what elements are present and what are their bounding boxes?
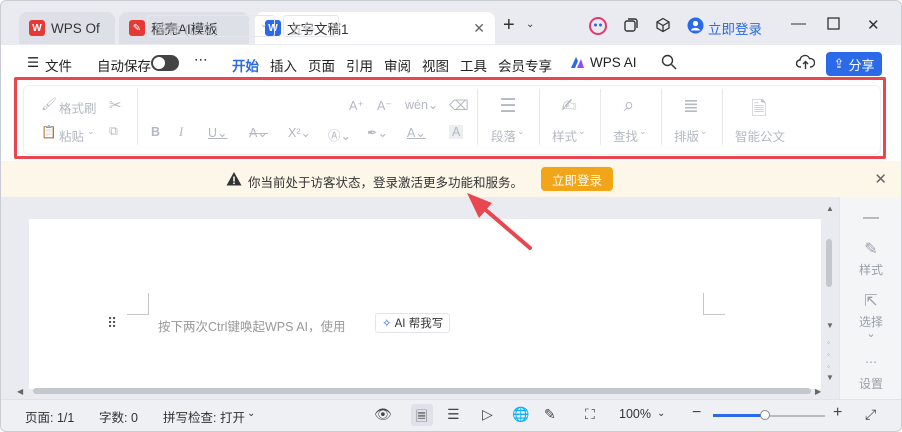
collapse-panel-icon[interactable]: — — [840, 209, 901, 227]
horizontal-scrollbar[interactable] — [33, 388, 811, 394]
app-window: W WPS Of ✎ 稻壳AI模板 W 文字文稿1 ✕ + ⌄ 立即登录 — ✕… — [0, 0, 902, 432]
wps-ai-logo-icon — [570, 56, 585, 72]
close-window-icon[interactable]: ✕ — [867, 16, 880, 34]
ai-write-button[interactable]: ✧ AI 帮我写 — [375, 313, 451, 333]
status-bar: 页面: 1/1 字数: 0 拼写检查: 打开 ⌄ 👁 🗏 ☰ ▷ 🌐 ✎ ⛶ 1… — [1, 399, 901, 431]
play-icon[interactable]: ▷ — [482, 406, 493, 423]
menu-file[interactable]: 文件 — [45, 55, 72, 75]
menu-bar: ☰ 文件 自动保存 ⋯ 开始 插入 页面 引用 审阅 视图 工具 会员专享 WP… — [1, 45, 901, 83]
panel-settings-button[interactable]: 设置 — [840, 375, 901, 392]
fit-page-icon[interactable]: ⛶ — [585, 406, 595, 423]
drag-handle-icon[interactable]: ⠿ — [107, 315, 117, 332]
more-dots-icon: ⋯ — [865, 355, 877, 369]
margin-corner-mark — [703, 293, 725, 315]
page-view-icon[interactable]: 🗏 — [416, 406, 427, 430]
minimize-icon[interactable]: — — [791, 15, 806, 32]
tab-label: WPS Of — [51, 20, 100, 36]
zoom-out-icon[interactable]: − — [692, 404, 701, 422]
fullscreen-icon[interactable]: ⤢ — [865, 406, 876, 423]
share-icon: ⇪ — [833, 56, 845, 71]
menu-wps-ai[interactable]: WPS AI — [590, 55, 637, 70]
title-bar: W WPS Of ✎ 稻壳AI模板 W 文字文稿1 ✕ + ⌄ 立即登录 — ✕ — [1, 1, 901, 45]
web-view-icon[interactable]: 🌐 — [512, 406, 529, 423]
guest-notice-text: 你当前处于访客状态，登录激活更多功能和服务。 — [248, 176, 524, 190]
zoom-slider-handle[interactable] — [759, 410, 770, 420]
cursor-select-icon: ⇱ — [864, 293, 878, 310]
chevron-down-icon: ⌄ — [325, 19, 334, 30]
zoom-slider-fill — [713, 414, 765, 417]
ai-assistant-icon[interactable] — [589, 17, 607, 39]
vertical-scrollbar[interactable] — [826, 239, 832, 287]
word-count[interactable]: 字数: 0 — [99, 407, 138, 426]
annotation-highlight-box — [14, 77, 886, 159]
outline-view-icon[interactable]: ☰ — [447, 406, 460, 423]
menu-member[interactable]: 会员专享 — [498, 55, 552, 75]
tab-wps-office[interactable]: W WPS Of — [19, 12, 115, 44]
font-size-select[interactable]: 五号 ⌄ — [283, 15, 339, 37]
page-count[interactable]: 页面: 1/1 — [25, 407, 74, 426]
sparkle-icon: ✧ — [382, 318, 392, 330]
eye-protect-icon[interactable]: 👁 — [374, 406, 392, 423]
autosave-toggle[interactable] — [151, 55, 179, 71]
user-avatar-icon[interactable] — [687, 17, 704, 38]
chevron-down-icon[interactable]: ⌄ — [657, 408, 665, 419]
font-name-value: 宋体 (正文) — [156, 23, 218, 37]
window-copy-icon[interactable] — [623, 17, 639, 37]
font-name-select[interactable]: 宋体 (正文) ⌄ — [147, 15, 275, 37]
scroll-up-icon[interactable]: ▲ — [826, 204, 834, 213]
menu-review[interactable]: 审阅 — [384, 55, 411, 75]
scroll-right-icon[interactable]: ▶ — [815, 387, 821, 396]
share-label: 分享 — [848, 57, 875, 73]
menu-page[interactable]: 页面 — [308, 55, 335, 75]
login-link[interactable]: 立即登录 — [708, 18, 762, 38]
more-options-icon[interactable]: ⋯ — [194, 52, 208, 68]
share-button[interactable]: ⇪ 分享 — [826, 52, 882, 76]
ai-write-label: AI 帮我写 — [394, 318, 444, 330]
maximize-icon[interactable] — [827, 17, 840, 34]
scroll-down-icon[interactable]: ▼ — [826, 321, 834, 330]
scroll-left-icon[interactable]: ◀ — [17, 387, 23, 396]
wps-logo-icon: W — [29, 20, 45, 36]
right-side-panel: — ✎ 样式 ⇱ 选择 ⌄ ⋯ 设置 — [839, 197, 901, 399]
cloud-upload-icon[interactable] — [795, 54, 816, 73]
style-pen-icon: ✎ — [864, 241, 878, 258]
margin-corner-mark — [127, 293, 149, 315]
ai-hint-text: 按下两次Ctrl键唤起WPS AI，使用 — [158, 320, 346, 334]
font-size-value: 五号 — [290, 23, 316, 37]
menu-tools[interactable]: 工具 — [460, 55, 487, 75]
panel-style-button[interactable]: 样式 — [840, 261, 901, 278]
chevron-down-icon: ⌄ — [259, 19, 268, 30]
menu-home[interactable]: 开始 — [232, 55, 259, 83]
menu-insert[interactable]: 插入 — [270, 55, 297, 75]
menu-references[interactable]: 引用 — [346, 55, 373, 75]
pen-icon[interactable]: ✎ — [544, 406, 556, 423]
page-nav-icon[interactable]: ◦ ◦ ◦ — [827, 337, 830, 373]
chevron-down-icon[interactable]: ⌄ — [840, 327, 901, 340]
close-notice-icon[interactable]: ✕ — [874, 170, 887, 188]
notice-login-button[interactable]: 立即登录 — [541, 167, 613, 191]
hamburger-menu-icon[interactable]: ☰ — [27, 55, 39, 71]
zoom-in-icon[interactable]: + — [833, 404, 842, 422]
spell-check[interactable]: 拼写检查: 打开 — [163, 407, 245, 426]
cube-icon[interactable] — [655, 17, 671, 37]
zoom-level[interactable]: 100% — [619, 407, 651, 421]
warning-icon — [226, 172, 242, 186]
new-tab-button[interactable]: + — [503, 14, 515, 37]
autosave-label: 自动保存 — [97, 59, 151, 74]
guest-notice-bar: 你当前处于访客状态，登录激活更多功能和服务。 立即登录 ✕ — [1, 161, 901, 197]
chevron-down-icon[interactable]: ⌄ — [247, 408, 255, 419]
menu-view[interactable]: 视图 — [422, 55, 449, 75]
chevron-down-icon[interactable]: ⌄ — [526, 19, 534, 30]
docer-logo-icon: ✎ — [129, 20, 145, 36]
scroll-down-icon[interactable]: ▼ — [826, 373, 834, 382]
close-tab-icon[interactable]: ✕ — [473, 20, 485, 37]
search-icon[interactable] — [661, 54, 677, 73]
